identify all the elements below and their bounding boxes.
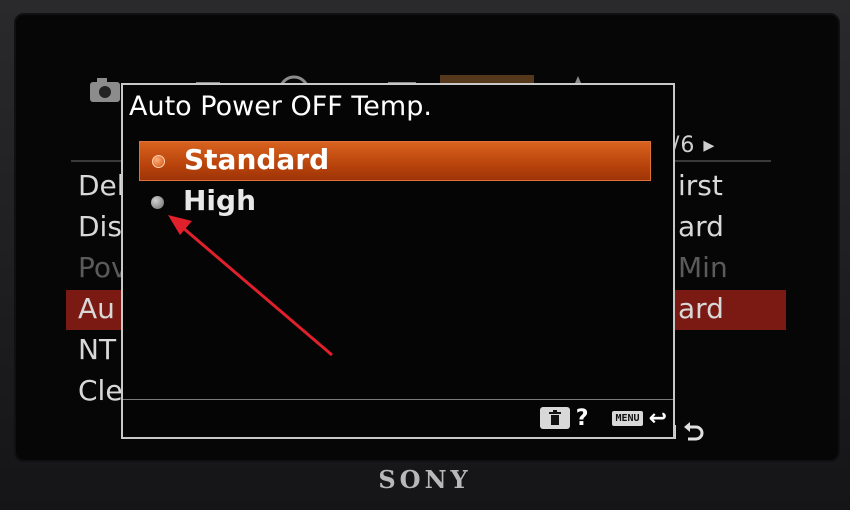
camera-lcd-screen: /6 ▸ Del irst Dis ard Pov Min Au ard NT … <box>14 13 840 462</box>
brand-logo: SONY <box>378 465 472 494</box>
annotation-arrow <box>168 215 333 357</box>
